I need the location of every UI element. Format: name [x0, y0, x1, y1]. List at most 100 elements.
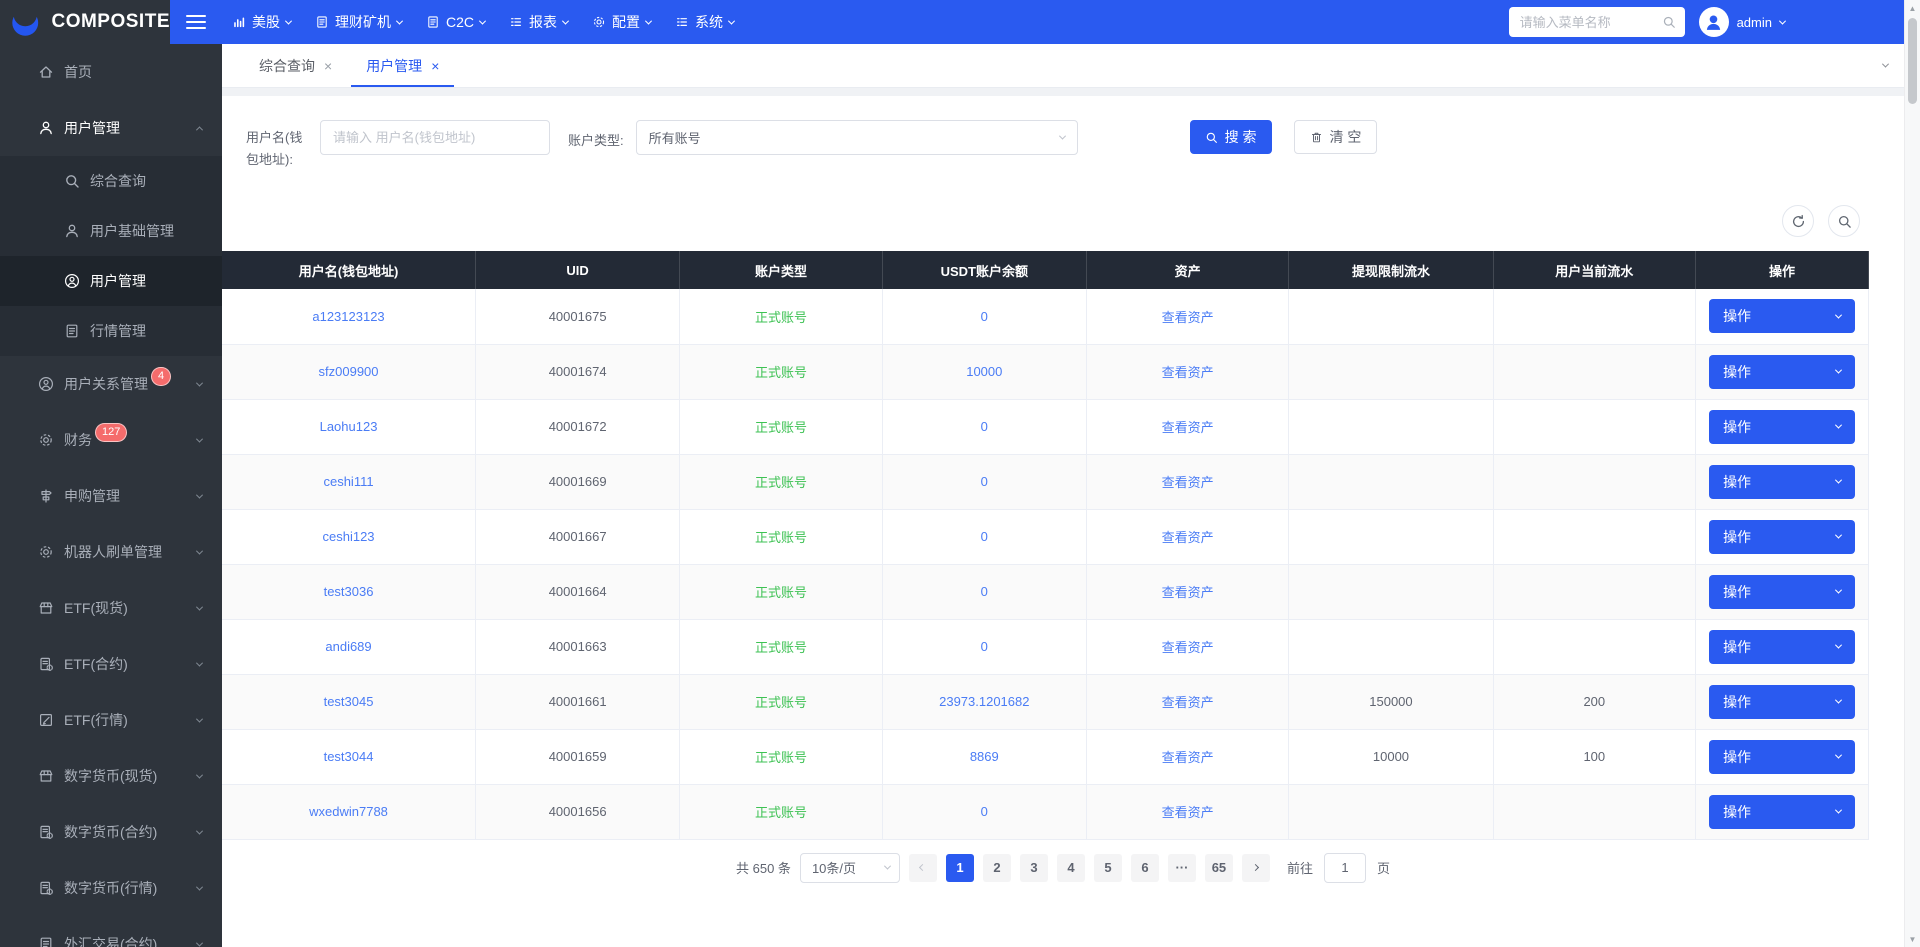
nav-menu-item[interactable]: 配置 [580, 0, 663, 44]
view-assets-link[interactable]: 查看资产 [1162, 585, 1214, 600]
sidebar-item[interactable]: 数字货币(行情) [0, 860, 222, 916]
view-assets-link[interactable]: 查看资产 [1162, 365, 1214, 380]
goto-page-input[interactable] [1324, 853, 1366, 883]
page-number-button[interactable]: 3 [1020, 854, 1048, 882]
usdt-balance-link[interactable]: 0 [981, 529, 988, 544]
hamburger-icon[interactable] [186, 15, 206, 29]
row-action-button[interactable]: 操作 [1709, 299, 1855, 333]
usdt-balance-link[interactable]: 0 [981, 639, 988, 654]
page-number-button[interactable]: ··· [1168, 854, 1196, 882]
close-icon[interactable]: × [324, 59, 332, 73]
usdt-balance-link[interactable]: 23973.1201682 [939, 694, 1029, 709]
page-size-select[interactable]: 10条/页 [800, 853, 900, 883]
page-number-button[interactable]: 5 [1094, 854, 1122, 882]
username-link[interactable]: ceshi123 [323, 529, 375, 544]
row-action-button[interactable]: 操作 [1709, 795, 1855, 829]
scroll-down-icon[interactable]: ▼ [1905, 931, 1920, 947]
tab[interactable]: 综合查询 × [242, 44, 349, 87]
username-filter-label: 用户名(钱包地址): [246, 120, 310, 171]
usdt-balance-link[interactable]: 10000 [966, 364, 1002, 379]
view-assets-link[interactable]: 查看资产 [1162, 805, 1214, 820]
close-icon[interactable]: × [431, 59, 439, 73]
sidebar-item[interactable]: 用户管理 [0, 100, 222, 156]
account-type-cell: 正式账号 [755, 640, 807, 655]
usdt-balance-link[interactable]: 0 [981, 804, 988, 819]
user-menu[interactable]: admin [1699, 7, 1785, 37]
nav-menu-item[interactable]: 系统 [663, 0, 746, 44]
table-search-button[interactable] [1828, 205, 1860, 237]
sidebar-item[interactable]: 外汇交易(合约) [0, 916, 222, 947]
row-action-button[interactable]: 操作 [1709, 740, 1855, 774]
username-link[interactable]: wxedwin7788 [309, 804, 388, 819]
view-assets-link[interactable]: 查看资产 [1162, 695, 1214, 710]
username-link[interactable]: test3045 [324, 694, 374, 709]
view-assets-link[interactable]: 查看资产 [1162, 750, 1214, 765]
view-assets-link[interactable]: 查看资产 [1162, 640, 1214, 655]
sidebar-item[interactable]: 申购管理 [0, 468, 222, 524]
search-button[interactable]: 搜 索 [1190, 120, 1272, 154]
row-action-button[interactable]: 操作 [1709, 355, 1855, 389]
username-link[interactable]: test3044 [324, 749, 374, 764]
page-number-button[interactable]: 65 [1205, 854, 1233, 882]
row-action-button[interactable]: 操作 [1709, 520, 1855, 554]
scrollbar-thumb[interactable] [1908, 18, 1917, 104]
view-assets-link[interactable]: 查看资产 [1162, 310, 1214, 325]
sidebar-item[interactable]: 用户管理 [0, 256, 222, 306]
usdt-balance-link[interactable]: 0 [981, 584, 988, 599]
sidebar-item[interactable]: 用户基础管理 [0, 206, 222, 256]
usdt-balance-link[interactable]: 0 [981, 309, 988, 324]
sidebar-item[interactable]: ETF(行情) [0, 692, 222, 748]
sidebar-item[interactable]: 机器人刷单管理 [0, 524, 222, 580]
tab[interactable]: 用户管理 × [349, 44, 456, 87]
username-link[interactable]: sfz009900 [319, 364, 379, 379]
row-action-button[interactable]: 操作 [1709, 630, 1855, 664]
next-page-button[interactable] [1242, 854, 1270, 882]
account-type-cell: 正式账号 [755, 475, 807, 490]
sidebar-item[interactable]: 行情管理 [0, 306, 222, 356]
scroll-up-icon[interactable]: ▲ [1905, 0, 1920, 16]
username-link[interactable]: test3036 [324, 584, 374, 599]
view-assets-link[interactable]: 查看资产 [1162, 475, 1214, 490]
search-icon[interactable] [1662, 15, 1676, 29]
top-navbar: COMPOSITE 美股 理财矿机 C2C 报表 配置 [0, 0, 1920, 44]
row-action-button[interactable]: 操作 [1709, 410, 1855, 444]
username-link[interactable]: ceshi111 [323, 474, 373, 489]
sidebar-item[interactable]: ETF(合约) [0, 636, 222, 692]
menu-search-input[interactable] [1520, 15, 1662, 30]
view-assets-link[interactable]: 查看资产 [1162, 530, 1214, 545]
sidebar-item-label: 外汇交易(合约) [64, 934, 157, 947]
sidebar-item[interactable]: 用户关系管理 4 [0, 356, 222, 412]
page-number-button[interactable]: 4 [1057, 854, 1085, 882]
nav-menu-item[interactable]: 美股 [220, 0, 303, 44]
usdt-balance-link[interactable]: 0 [981, 419, 988, 434]
row-action-button[interactable]: 操作 [1709, 685, 1855, 719]
username-link[interactable]: Laohu123 [320, 419, 378, 434]
nav-menu-item[interactable]: 报表 [497, 0, 580, 44]
sidebar-item[interactable]: 综合查询 [0, 156, 222, 206]
sidebar-item[interactable]: 数字货币(合约) [0, 804, 222, 860]
row-action-button[interactable]: 操作 [1709, 575, 1855, 609]
sidebar-item[interactable]: 财务 127 [0, 412, 222, 468]
username-filter-input[interactable] [333, 130, 537, 145]
username-link[interactable]: andi689 [325, 639, 371, 654]
usdt-balance-link[interactable]: 0 [981, 474, 988, 489]
view-assets-link[interactable]: 查看资产 [1162, 420, 1214, 435]
sidebar-item[interactable]: 首页 [0, 44, 222, 100]
prev-page-button[interactable] [909, 854, 937, 882]
nav-menu-item[interactable]: C2C [414, 0, 497, 44]
sidebar-item[interactable]: ETF(现货) [0, 580, 222, 636]
nav-menu-item[interactable]: 理财矿机 [303, 0, 414, 44]
page-number-button[interactable]: 1 [946, 854, 974, 882]
refresh-button[interactable] [1782, 205, 1814, 237]
account-type-select[interactable]: 所有账号 [636, 120, 1078, 155]
page-number-button[interactable]: 6 [1131, 854, 1159, 882]
sidebar-item[interactable]: 数字货币(现货) [0, 748, 222, 804]
tab-list-dropdown-icon[interactable] [1882, 61, 1889, 68]
list-icon [675, 15, 689, 29]
users-table: 用户名(钱包地址)UID账户类型USDT账户余额资产提现限制流水用户当前流水操作… [222, 251, 1869, 840]
clear-button[interactable]: 清 空 [1294, 120, 1378, 154]
username-link[interactable]: a123123123 [312, 309, 384, 324]
row-action-button[interactable]: 操作 [1709, 465, 1855, 499]
usdt-balance-link[interactable]: 8869 [970, 749, 999, 764]
page-number-button[interactable]: 2 [983, 854, 1011, 882]
